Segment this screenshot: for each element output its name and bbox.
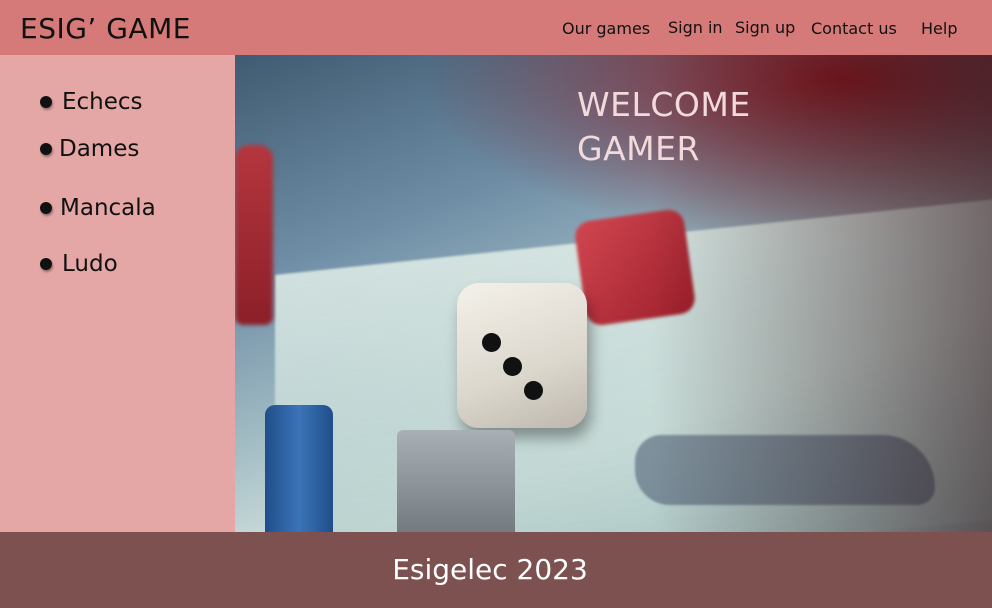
- welcome-line-2: GAMER: [577, 129, 700, 168]
- welcome-line-1: WELCOME: [577, 85, 751, 124]
- sidebar: Echecs Dames Mancala Ludo: [0, 55, 235, 532]
- sidebar-item-dames[interactable]: Dames: [40, 136, 139, 162]
- bullet-icon: [40, 202, 52, 214]
- sidebar-item-echecs[interactable]: Echecs: [40, 89, 143, 115]
- sidebar-item-ludo[interactable]: Ludo: [40, 251, 118, 277]
- bullet-icon: [40, 258, 52, 270]
- header-bar: ESIG’ GAME Our games Sign in Sign up Con…: [0, 0, 992, 55]
- nav-sign-up[interactable]: Sign up: [735, 18, 795, 37]
- nav-contact-us[interactable]: Contact us: [811, 19, 897, 38]
- sidebar-item-label: Mancala: [60, 195, 156, 221]
- sidebar-item-label: Dames: [59, 136, 140, 162]
- bullet-icon: [40, 96, 52, 108]
- footer-bar: Esigelec 2023: [0, 532, 992, 608]
- nav-sign-in[interactable]: Sign in: [668, 18, 723, 37]
- bullet-icon: [40, 143, 52, 155]
- footer-text: Esigelec 2023: [392, 553, 588, 586]
- nav-help[interactable]: Help: [921, 19, 957, 38]
- welcome-heading: WELCOME GAMER: [577, 83, 751, 171]
- hero-image: WELCOME GAMER: [235, 55, 992, 532]
- nav-our-games[interactable]: Our games: [562, 19, 650, 38]
- sidebar-item-label: Ludo: [62, 251, 118, 277]
- sidebar-item-label: Echecs: [62, 89, 143, 115]
- site-logo[interactable]: ESIG’ GAME: [20, 12, 191, 45]
- sidebar-item-mancala[interactable]: Mancala: [40, 195, 156, 221]
